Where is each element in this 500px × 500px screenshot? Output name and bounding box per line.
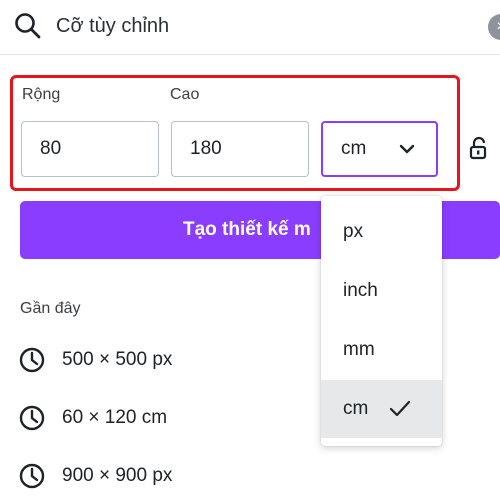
divider [0, 54, 500, 55]
unlock-icon[interactable] [468, 136, 490, 160]
unit-dropdown-menu: px inch mm cm [321, 196, 442, 446]
recent-item-label: 60 × 120 cm [62, 407, 168, 428]
width-field[interactable]: 80 [21, 121, 159, 177]
recent-item[interactable]: 60 × 120 cm [18, 402, 167, 434]
chevron-down-icon [399, 144, 415, 154]
recent-heading: Gần đây [20, 300, 81, 317]
recent-item[interactable]: 500 × 500 px [18, 344, 172, 376]
search-icon [15, 13, 41, 39]
height-label: Cao [170, 86, 200, 103]
width-label: Rộng [22, 86, 61, 103]
clock-icon [19, 463, 45, 489]
clear-search-button[interactable]: × [488, 14, 500, 40]
unit-select[interactable]: cm [321, 121, 438, 177]
recent-item-label: 500 × 500 px [62, 349, 173, 370]
clock-icon [19, 347, 45, 373]
unit-select-value: cm [341, 138, 367, 159]
unit-option-inch[interactable]: inch [321, 262, 442, 320]
clock-icon [19, 405, 45, 431]
unit-option-cm[interactable]: cm [321, 380, 442, 438]
checkmark-icon [389, 400, 411, 417]
unit-option-px[interactable]: px [321, 203, 442, 261]
unit-option-mm[interactable]: mm [321, 321, 442, 379]
recent-item-label: 900 × 900 px [62, 465, 173, 486]
recent-item[interactable]: 900 × 900 px [18, 460, 172, 492]
unit-option-label: cm [343, 398, 369, 419]
height-field[interactable]: 180 [171, 121, 309, 177]
search-input[interactable]: Cỡ tùy chỉnh [56, 12, 169, 40]
